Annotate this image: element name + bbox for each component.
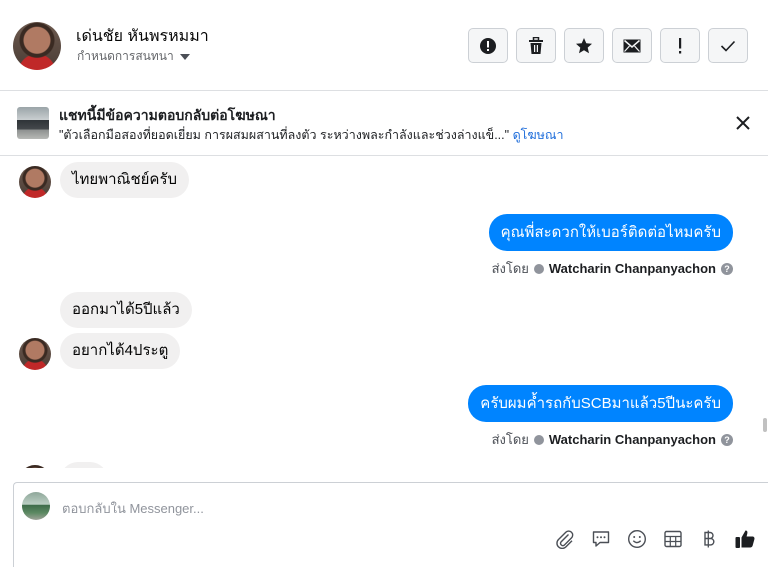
payment-button[interactable]	[697, 529, 721, 553]
message-bubble-outgoing[interactable]: คุณพี่สะดวกให้เบอร์ติดต่อไหมครับ	[488, 214, 733, 251]
view-ad-link[interactable]: ดูโฆษณา	[513, 128, 564, 142]
contact-avatar[interactable]	[13, 22, 61, 70]
close-banner-button[interactable]	[733, 113, 753, 133]
star-button[interactable]	[564, 28, 604, 63]
send-like-button[interactable]	[733, 529, 757, 553]
saved-replies-button[interactable]	[589, 529, 613, 553]
conversation-settings[interactable]: กำหนดการสนทนา	[77, 47, 190, 66]
ad-banner-text: "ตัวเลือกมือสองที่ยอดเยี่ยม การผสมผสานที…	[59, 125, 564, 145]
page-avatar	[22, 492, 50, 520]
sent-by-label: ส่งโดย	[491, 261, 529, 276]
exclamation-icon	[677, 37, 683, 54]
conversation-settings-label: กำหนดการสนทนา	[77, 49, 174, 63]
sent-by-info: ส่งโดย Watcharin Chanpanyachon ?	[492, 258, 733, 279]
mark-unread-button[interactable]	[612, 28, 652, 63]
ad-banner-title: แชทนี้มีข้อความตอบกลับต่อโฆษณา	[59, 107, 276, 123]
reply-composer	[13, 482, 768, 567]
attach-button[interactable]	[553, 529, 577, 553]
chevron-down-icon	[179, 54, 190, 60]
sender-name: Watcharin Chanpanyachon	[548, 261, 716, 276]
report-button[interactable]	[468, 28, 508, 63]
star-icon	[575, 37, 593, 55]
help-icon[interactable]: ?	[721, 262, 733, 275]
close-icon	[733, 116, 753, 137]
scrollbar[interactable]	[763, 418, 767, 432]
contact-avatar-small[interactable]	[19, 465, 51, 468]
follow-up-button[interactable]	[660, 28, 700, 63]
ad-quote: "ตัวเลือกมือสองที่ยอดเยี่ยม การผสมผสานที…	[59, 128, 510, 142]
contact-name[interactable]: เด่นชัย หันพรหมมา	[76, 24, 209, 49]
trash-icon	[528, 36, 544, 55]
table-icon	[663, 529, 683, 554]
baht-icon	[702, 529, 716, 554]
message-bubble-outgoing[interactable]: ครับผมค้ำรถกับSCBมาแล้ว5ปีนะครับ	[468, 385, 733, 422]
help-icon[interactable]: ?	[721, 433, 733, 446]
message-bubble-incoming-partial[interactable]	[60, 462, 108, 468]
emoji-icon	[627, 529, 647, 554]
ad-thumbnail[interactable]	[17, 107, 49, 139]
check-icon	[720, 40, 736, 52]
emoji-button[interactable]	[625, 529, 649, 553]
contact-avatar-small[interactable]	[19, 338, 51, 370]
message-bubble-incoming[interactable]: อยากได้4ประตู	[60, 333, 181, 369]
contact-avatar-small[interactable]	[19, 166, 51, 198]
alert-icon	[479, 37, 497, 55]
message-thread[interactable]: ไทยพาณิชย์ครับ คุณพี่สะดวกให้เบอร์ติดต่อ…	[0, 156, 768, 468]
sent-by-label: ส่งโดย	[491, 432, 529, 447]
attach-icon	[555, 529, 575, 554]
mark-done-button[interactable]	[708, 28, 748, 63]
appointment-button[interactable]	[661, 529, 685, 553]
sent-by-info: ส่งโดย Watcharin Chanpanyachon ?	[492, 429, 733, 450]
delete-button[interactable]	[516, 28, 556, 63]
mail-icon	[623, 39, 641, 53]
conversation-header: เด่นชัย หันพรหมมา กำหนดการสนทนา	[0, 0, 768, 91]
sender-name: Watcharin Chanpanyachon	[548, 432, 716, 447]
reply-input[interactable]: ตอบกลับใน Messenger...	[62, 498, 204, 519]
like-icon	[734, 528, 756, 555]
saved-reply-icon	[591, 529, 611, 554]
verified-icon	[533, 263, 544, 274]
message-bubble-incoming[interactable]: ออกมาได้5ปีแล้ว	[60, 292, 192, 328]
verified-icon	[533, 434, 544, 445]
message-bubble-incoming[interactable]: ไทยพาณิชย์ครับ	[60, 162, 190, 198]
